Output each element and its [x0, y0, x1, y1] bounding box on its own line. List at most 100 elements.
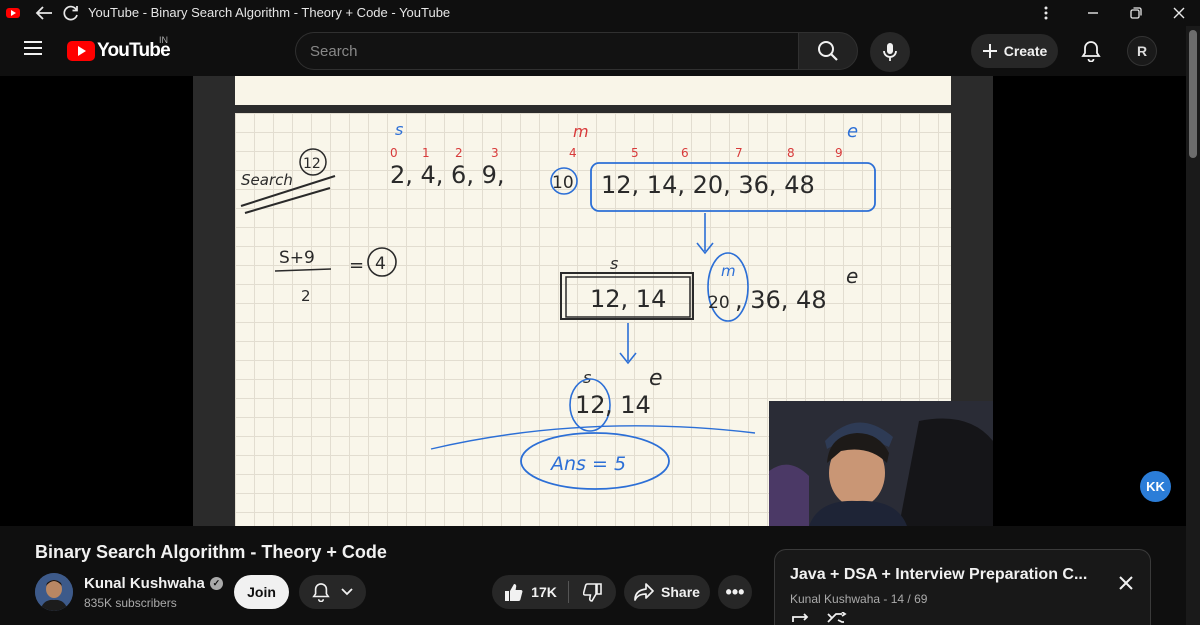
close-icon[interactable]: [1170, 3, 1188, 23]
loop-icon[interactable]: [790, 612, 812, 624]
like-button[interactable]: 17K: [492, 575, 568, 609]
marker-mid-1: m: [573, 122, 589, 141]
subscription-notifications-button[interactable]: [299, 575, 366, 609]
index-label: 6: [681, 146, 689, 160]
presenter-image: [769, 401, 993, 526]
playlist-controls: [790, 612, 848, 624]
index-label: 2: [455, 146, 463, 160]
plus-icon: [982, 44, 997, 58]
close-icon: [1119, 576, 1133, 590]
window-title-bar: YouTube - Binary Search Algorithm - Theo…: [0, 0, 1200, 26]
note-array-mid: 10: [552, 173, 574, 193]
marker-mid-2: m: [721, 262, 736, 280]
reload-icon[interactable]: [60, 3, 82, 23]
note-array-right: 12, 14, 20, 36, 48: [601, 171, 815, 199]
marker-start-2: s: [610, 254, 618, 273]
note-curve: [430, 425, 756, 450]
marker-end-1: e: [847, 121, 858, 142]
verified-icon: ✓: [209, 577, 223, 590]
formula-bottom: 2: [301, 287, 311, 305]
voice-search-button[interactable]: [870, 32, 910, 72]
playlist-subtitle: Kunal Kushwaha - 14 / 69: [790, 592, 928, 606]
back-arrow-icon[interactable]: [34, 3, 54, 23]
video-title: Binary Search Algorithm - Theory + Code: [35, 542, 387, 562]
webcam-overlay: [769, 401, 993, 526]
youtube-app-icon: [6, 8, 20, 18]
note-step2-mid: 20: [708, 293, 730, 313]
join-label: Join: [247, 584, 276, 600]
notifications-button[interactable]: [1074, 34, 1108, 68]
window-title: YouTube - Binary Search Algorithm - Theo…: [88, 5, 451, 20]
more-actions-button[interactable]: •••: [718, 575, 752, 609]
avatar-initials: R: [1136, 43, 1148, 59]
youtube-logo-icon: [67, 41, 95, 61]
youtube-logo[interactable]: YouTube: [67, 40, 171, 62]
create-button[interactable]: Create: [971, 34, 1058, 68]
formula-line: [274, 268, 332, 272]
search-box: [295, 32, 799, 70]
index-row: 0 1 2 3 4 5 6 7 8 9: [390, 146, 843, 160]
create-label: Create: [1003, 43, 1048, 59]
share-label: Share: [661, 584, 700, 600]
bell-icon: [311, 583, 330, 602]
note-step2-box: 12, 14: [590, 285, 666, 313]
shuffle-icon[interactable]: [826, 612, 848, 624]
channel-avatar-image: [35, 573, 73, 611]
subscriber-count: 835K subscribers: [84, 596, 177, 610]
playlist-close-button[interactable]: [1115, 572, 1137, 594]
like-count: 17K: [531, 584, 557, 600]
video-player[interactable]: Search 12 s m e 0123456789 2, 4, 6, 9, 1…: [0, 76, 1186, 526]
restore-icon[interactable]: [1127, 3, 1145, 23]
note-step3-mid: 12: [575, 391, 606, 419]
channel-watermark[interactable]: KK: [1140, 471, 1171, 502]
playlist-panel: Java + DSA + Interview Preparation C... …: [774, 549, 1151, 625]
channel-name-row[interactable]: Kunal Kushwaha ✓: [84, 575, 223, 592]
region-code: IN: [159, 35, 168, 45]
playlist-title[interactable]: Java + DSA + Interview Preparation C...: [790, 566, 1087, 584]
microphone-icon: [883, 43, 897, 61]
note-arrow-1: [696, 213, 714, 255]
marker-start-3: s: [583, 368, 591, 387]
search-input[interactable]: [296, 33, 799, 69]
minimize-icon[interactable]: [1084, 3, 1102, 23]
masthead: YouTube IN Create R: [0, 26, 1200, 76]
marker-end-3: e: [649, 366, 663, 391]
account-avatar[interactable]: R: [1127, 36, 1157, 66]
index-label: 0: [390, 146, 398, 160]
dislike-button[interactable]: [569, 575, 616, 609]
note-step2-rest: , 36, 48: [735, 286, 827, 314]
note-target: 12: [303, 156, 321, 172]
search-button[interactable]: [798, 32, 858, 70]
index-label: 4: [569, 146, 577, 160]
like-dislike-group: 17K: [492, 575, 616, 609]
scrollbar-thumb[interactable]: [1189, 30, 1197, 158]
notes-previous-page: [235, 76, 951, 105]
note-step3-rest: , 14: [605, 391, 651, 419]
note-arrow-2: [619, 323, 637, 365]
menu-icon[interactable]: [24, 41, 42, 55]
channel-name[interactable]: Kunal Kushwaha: [84, 575, 205, 592]
note-search-label: Search: [241, 171, 293, 189]
page-scrollbar[interactable]: [1186, 26, 1200, 625]
search-icon: [818, 41, 838, 61]
share-button[interactable]: Share: [624, 575, 710, 609]
thumbs-down-icon: [582, 583, 602, 602]
formula-equals: =: [349, 255, 364, 276]
channel-avatar[interactable]: [35, 573, 73, 611]
more-vertical-icon[interactable]: [1037, 3, 1055, 23]
bell-icon: [1081, 41, 1101, 62]
index-label: 8: [787, 146, 795, 160]
index-label: 7: [735, 146, 743, 160]
chevron-down-icon: [340, 588, 353, 596]
formula-value: 4: [375, 254, 386, 274]
channel-watermark-text: KK: [1146, 479, 1165, 494]
thumbs-up-icon: [505, 584, 523, 601]
formula-top: S+9: [279, 248, 315, 268]
index-label: 1: [422, 146, 430, 160]
marker-end-2: e: [846, 264, 858, 288]
join-button[interactable]: Join: [234, 575, 289, 609]
video-details: Binary Search Algorithm - Theory + Code …: [0, 526, 1186, 625]
index-label: 5: [631, 146, 639, 160]
note-answer: Ans = 5: [549, 453, 626, 475]
share-icon: [634, 583, 654, 601]
